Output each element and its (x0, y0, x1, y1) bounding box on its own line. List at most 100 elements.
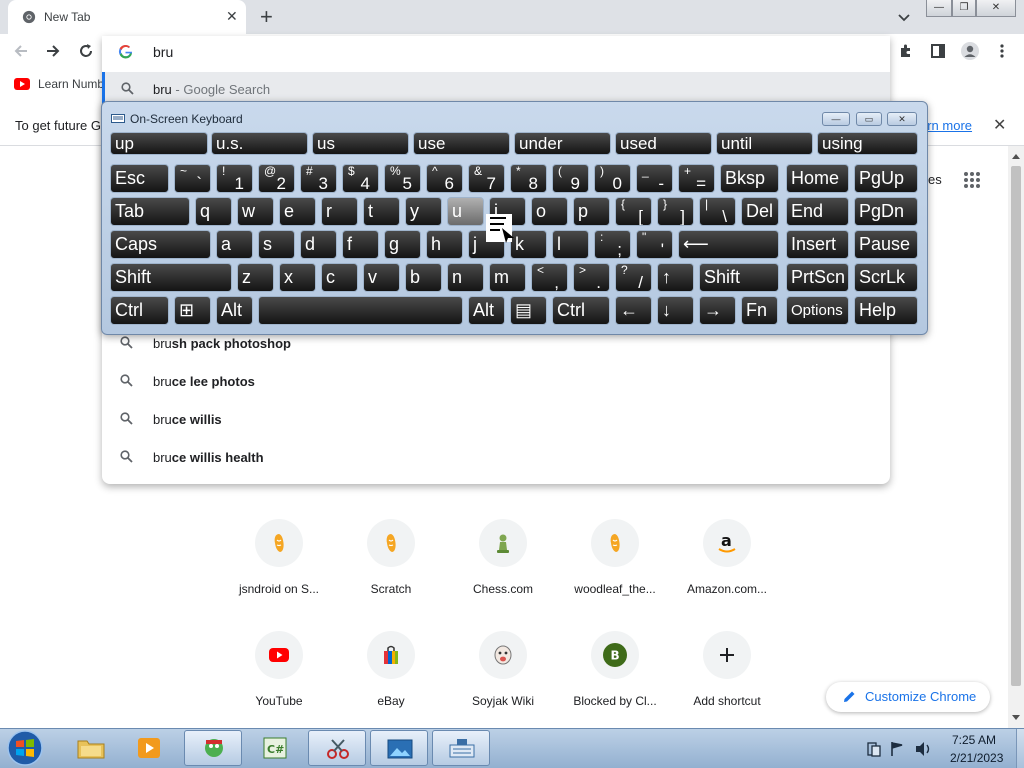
key-ctrl[interactable]: Ctrl (552, 296, 610, 325)
prediction-key[interactable]: using (817, 132, 918, 155)
key-q[interactable]: q (195, 197, 232, 226)
key-7[interactable]: & 7 (468, 164, 505, 193)
key-bksp[interactable]: Bksp (720, 164, 779, 193)
key-symbol[interactable]: {[ (615, 197, 652, 226)
scroll-up-icon[interactable] (1011, 152, 1021, 160)
shortcut-tile[interactable]: Chess.com (447, 519, 559, 619)
profile-avatar-icon[interactable] (961, 42, 979, 60)
key-u[interactable]: u (447, 197, 484, 226)
minimize-button[interactable]: — (926, 0, 952, 17)
prediction-key[interactable]: u.s. (211, 132, 308, 155)
key-symbol[interactable]: }] (657, 197, 694, 226)
key-symbol[interactable]: <, (531, 263, 568, 292)
taskbar-media-player[interactable] (120, 730, 178, 766)
key-6[interactable]: ^ 6 (426, 164, 463, 193)
shortcut-tile[interactable]: woodleaf_the... (559, 519, 671, 619)
key-symbol[interactable]: >. (573, 263, 610, 292)
shortcut-tile[interactable]: a Amazon.com... (671, 519, 783, 619)
prediction-key[interactable]: up (110, 132, 208, 155)
suggestion-row[interactable]: bruce lee photos (102, 363, 890, 399)
key-v[interactable]: v (363, 263, 400, 292)
key-n[interactable]: n (447, 263, 484, 292)
shortcut-tile[interactable]: Soyjak Wiki (447, 631, 559, 731)
shortcut-tile[interactable]: Scratch (335, 519, 447, 619)
key-help[interactable]: Help (854, 296, 918, 325)
taskbar-file-explorer[interactable] (62, 730, 120, 766)
key-y[interactable]: y (405, 197, 442, 226)
key-pgup[interactable]: PgUp (854, 164, 918, 193)
key-r[interactable]: r (321, 197, 358, 226)
scrollbar-thumb[interactable] (1011, 166, 1021, 686)
key-0[interactable]: ) 0 (594, 164, 631, 193)
key-2[interactable]: @2 (258, 164, 295, 193)
key-insert[interactable]: Insert (786, 230, 849, 259)
key-9[interactable]: (9 (552, 164, 589, 193)
key-symbol[interactable]: _ - (636, 164, 673, 193)
key-del[interactable]: Del (741, 197, 779, 226)
extensions-icon[interactable] (898, 43, 914, 59)
info-bar-close-icon[interactable]: ✕ (993, 115, 1006, 135)
reload-icon[interactable] (77, 42, 95, 60)
close-window-button[interactable]: ✕ (976, 0, 1016, 17)
key-t[interactable]: t (363, 197, 400, 226)
key-symbol[interactable]: " ' (636, 230, 673, 259)
suggestion-row[interactable]: bruce willis (102, 401, 890, 437)
system-tray-icons[interactable] (866, 740, 934, 758)
key-symbol[interactable]: | \ (699, 197, 736, 226)
key-space[interactable] (258, 296, 463, 325)
chevron-down-icon[interactable] (896, 9, 912, 25)
show-desktop-button[interactable] (1016, 729, 1024, 768)
key-symbol[interactable]: ? / (615, 263, 652, 292)
taskbar-csharp-editor[interactable]: C# (246, 730, 304, 766)
key-up-arrow[interactable]: ↑ (657, 263, 694, 292)
tab-close-icon[interactable]: ✕ (226, 8, 238, 25)
side-panel-icon[interactable] (930, 43, 946, 59)
shortcut-tile[interactable]: eBay (335, 631, 447, 731)
key-c[interactable]: c (321, 263, 358, 292)
key-caps[interactable]: Caps (110, 230, 211, 259)
prediction-key[interactable]: under (514, 132, 611, 155)
omnibox-input[interactable]: bru (153, 44, 173, 60)
key-left-arrow[interactable]: ← (615, 296, 652, 325)
key-w[interactable]: w (237, 197, 274, 226)
google-apps-icon[interactable] (963, 171, 981, 189)
key-symbol[interactable]: + = (678, 164, 715, 193)
osk-minimize-button[interactable]: — (822, 112, 850, 126)
key-o[interactable]: o (531, 197, 568, 226)
start-button-icon[interactable] (6, 729, 44, 767)
key-4[interactable]: $4 (342, 164, 379, 193)
taskbar-paint[interactable] (308, 730, 366, 766)
scroll-down-icon[interactable] (1011, 714, 1021, 722)
shortcut-tile[interactable]: B Blocked by Cl... (559, 631, 671, 731)
key-p[interactable]: p (573, 197, 610, 226)
key-5[interactable]: % 5 (384, 164, 421, 193)
key-m[interactable]: m (489, 263, 526, 292)
key-l[interactable]: l (552, 230, 589, 259)
tab-new-tab[interactable]: New Tab ✕ (8, 0, 246, 34)
shortcut-tile[interactable]: YouTube (223, 631, 335, 731)
key-right-arrow[interactable]: → (699, 296, 736, 325)
key-b[interactable]: b (405, 263, 442, 292)
prediction-key[interactable]: use (413, 132, 510, 155)
prediction-key[interactable]: until (716, 132, 813, 155)
key-options[interactable]: Options (786, 296, 849, 325)
key-shift[interactable]: Shift (699, 263, 779, 292)
key-menu[interactable]: ▤ (510, 296, 547, 325)
key-d[interactable]: d (300, 230, 337, 259)
forward-icon[interactable] (44, 42, 62, 60)
key-1[interactable]: ! 1 (216, 164, 253, 193)
clock-date[interactable]: 2/21/2023 (950, 751, 1003, 765)
osk-close-button[interactable]: ✕ (887, 112, 917, 126)
key-e[interactable]: e (279, 197, 316, 226)
customize-chrome-button[interactable]: Customize Chrome (826, 682, 990, 712)
key-alt[interactable]: Alt (468, 296, 505, 325)
taskbar-on-screen-keyboard[interactable] (432, 730, 490, 766)
key-windows[interactable]: ⊞ (174, 296, 211, 325)
clock-time[interactable]: 7:25 AM (952, 733, 996, 747)
taskbar-app-avatar[interactable] (184, 730, 242, 766)
more-menu-icon[interactable] (994, 43, 1010, 59)
key-f[interactable]: f (342, 230, 379, 259)
key-symbol[interactable]: :; (594, 230, 631, 259)
key-end[interactable]: End (786, 197, 849, 226)
key-shift[interactable]: Shift (110, 263, 232, 292)
